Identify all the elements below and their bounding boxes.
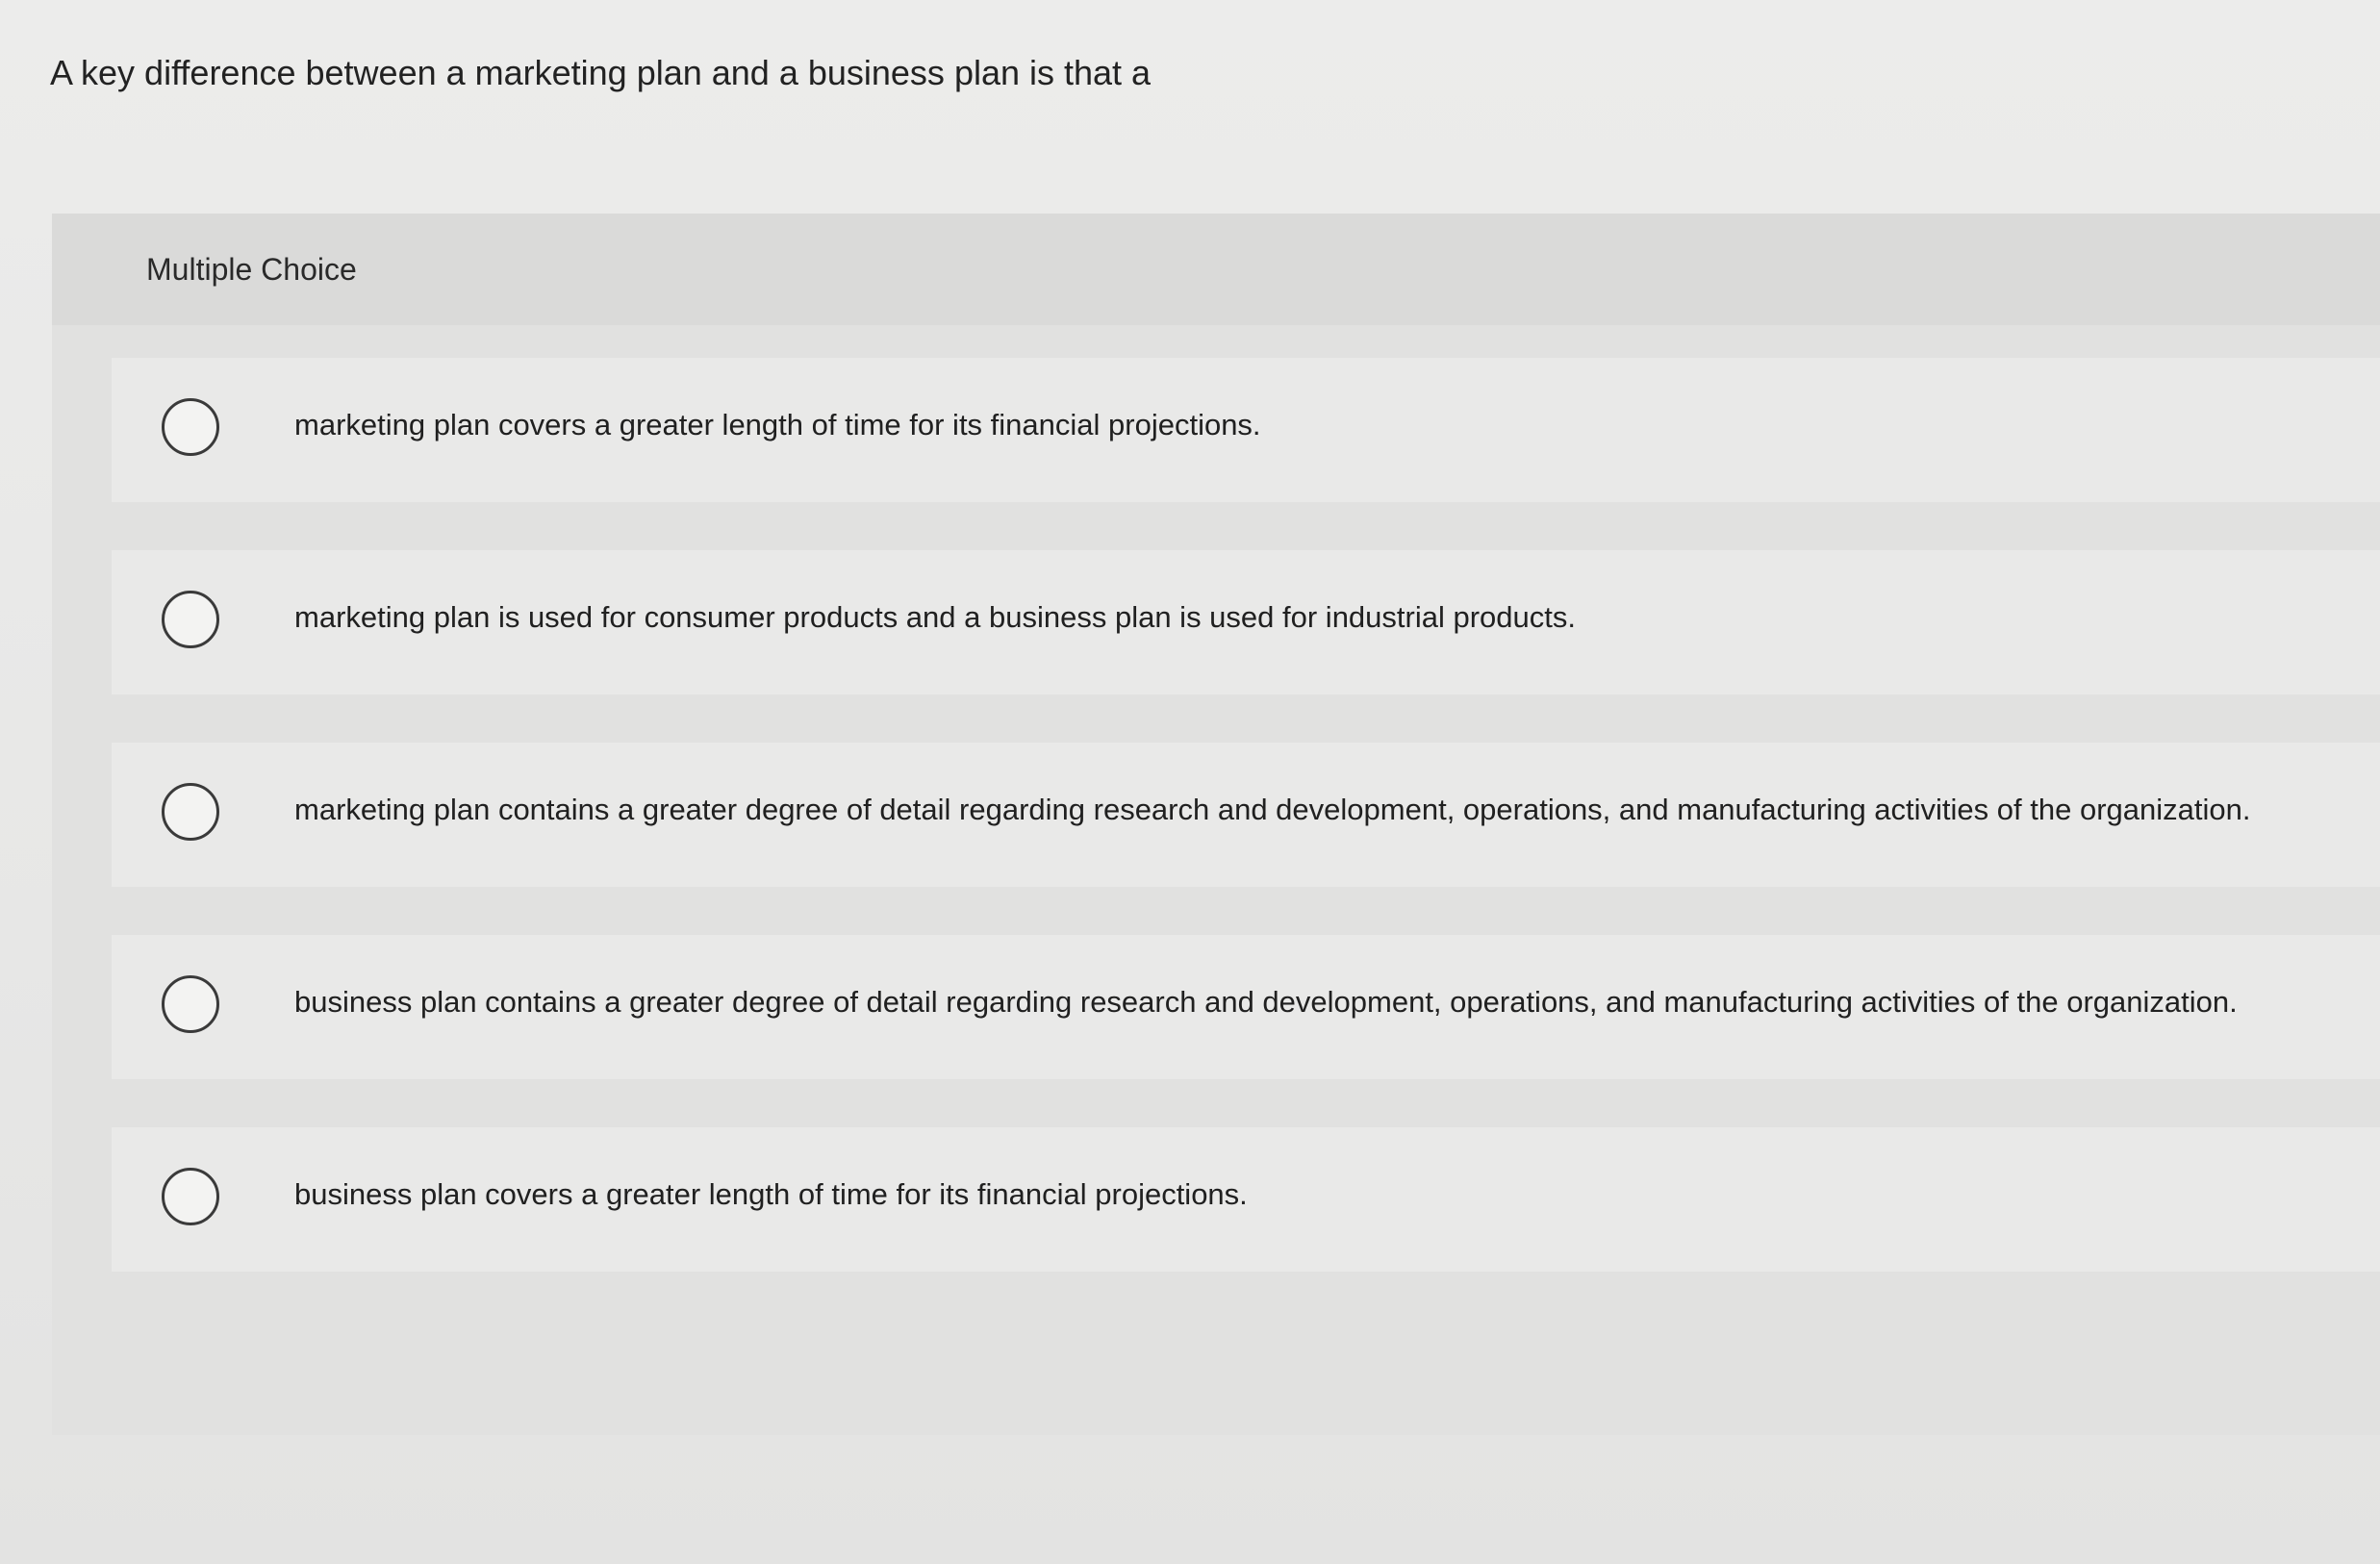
question-text: A key difference between a marketing pla… bbox=[50, 53, 1152, 92]
multiple-choice-label: Multiple Choice bbox=[146, 252, 357, 287]
answer-option-3[interactable]: marketing plan contains a greater degree… bbox=[112, 743, 2380, 887]
multiple-choice-panel: Multiple Choice marketing plan covers a … bbox=[52, 214, 2380, 1435]
answer-option-4[interactable]: business plan contains a greater degree … bbox=[112, 935, 2380, 1079]
radio-button-icon[interactable] bbox=[162, 975, 219, 1033]
answer-option-5[interactable]: business plan covers a greater length of… bbox=[112, 1127, 2380, 1272]
quiz-page: A key difference between a marketing pla… bbox=[0, 0, 2380, 1564]
answer-option-2[interactable]: marketing plan is used for consumer prod… bbox=[112, 550, 2380, 694]
radio-button-icon[interactable] bbox=[162, 591, 219, 648]
answer-option-text: marketing plan contains a greater degree… bbox=[294, 793, 2251, 826]
multiple-choice-header: Multiple Choice bbox=[52, 214, 2380, 325]
answer-option-text: business plan contains a greater degree … bbox=[294, 985, 2238, 1019]
radio-button-icon[interactable] bbox=[162, 783, 219, 841]
answer-option-text: marketing plan covers a greater length o… bbox=[294, 408, 1261, 441]
radio-button-icon[interactable] bbox=[162, 398, 219, 456]
answer-option-text: marketing plan is used for consumer prod… bbox=[294, 600, 1576, 634]
radio-button-icon[interactable] bbox=[162, 1168, 219, 1225]
answer-option-1[interactable]: marketing plan covers a greater length o… bbox=[112, 358, 2380, 502]
answer-option-text: business plan covers a greater length of… bbox=[294, 1177, 1248, 1211]
